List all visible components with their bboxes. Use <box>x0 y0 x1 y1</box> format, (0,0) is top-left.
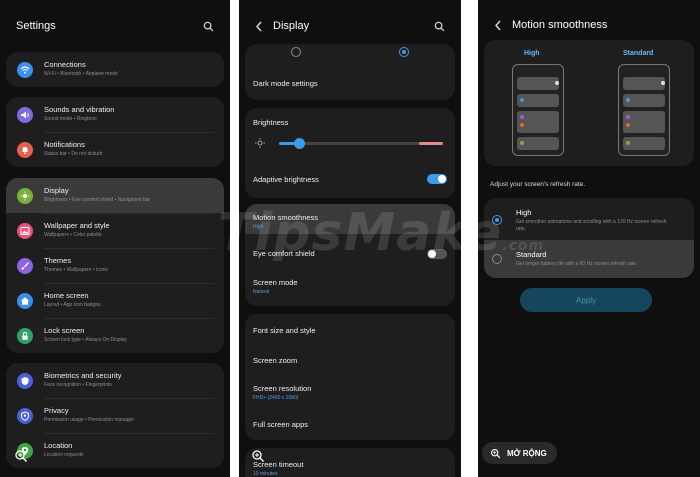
brightness-card: Brightness Adaptive brightness <box>245 108 455 198</box>
settings-item-title: Home screen <box>44 291 89 300</box>
settings-item-location[interactable]: Location Location requests <box>6 433 224 468</box>
settings-item-themes[interactable]: Themes Themes • Wallpapers • Icons <box>6 248 224 283</box>
settings-item-title: Display <box>44 186 69 195</box>
full-screen-apps[interactable]: Full screen apps <box>253 420 308 429</box>
settings-item-sounds-and-vibration[interactable]: Sounds and vibration Sound mode • Rington… <box>6 97 224 132</box>
home-icon <box>17 293 33 309</box>
settings-item-subtitle: Location requests <box>44 452 84 458</box>
wifi-icon <box>17 62 33 78</box>
shield-icon <box>17 373 33 389</box>
volume-icon <box>17 107 33 123</box>
settings-item-subtitle: Layout • App icon badges <box>44 302 101 308</box>
display-more-card: Font size and style Screen zoom Screen r… <box>245 314 455 440</box>
page-title: Display <box>273 20 310 32</box>
refresh-rate-prompt: Adjust your screen's refresh rate. <box>490 181 586 188</box>
phone-preview-standard <box>618 64 670 156</box>
page-title: Settings <box>16 20 56 32</box>
phone-preview-high <box>512 64 564 156</box>
lock-icon <box>17 328 33 344</box>
preview-label-high: High <box>524 50 540 57</box>
back-arrow-icon[interactable] <box>494 20 502 31</box>
settings-group: Display Brightness • Eye comfort shield •… <box>6 178 224 353</box>
theme-card: Dark mode settings <box>245 44 455 100</box>
sun-icon <box>17 188 33 204</box>
zoom-icon[interactable] <box>251 449 265 463</box>
dark-mode-radio[interactable] <box>399 47 409 57</box>
divider <box>44 318 214 319</box>
font-size-style[interactable]: Font size and style <box>253 326 316 335</box>
slider-thumb[interactable] <box>293 138 305 149</box>
zoom-icon <box>491 448 501 458</box>
brightness-low-icon <box>255 138 265 148</box>
light-mode-radio[interactable] <box>291 47 301 57</box>
settings-header: Settings <box>0 0 230 52</box>
screen-mode-label[interactable]: Screen mode <box>253 278 298 287</box>
divider <box>44 433 214 434</box>
brightness-label: Brightness <box>253 118 289 127</box>
settings-item-subtitle: Sound mode • Ringtone <box>44 116 97 122</box>
settings-item-subtitle: Status bar • Do not disturb <box>44 151 103 157</box>
settings-item-title: Sounds and vibration <box>44 105 115 114</box>
settings-group: Connections Wi-Fi • Bluetooth • Airplane … <box>6 52 224 87</box>
watermark-main: TipsMake <box>218 203 503 263</box>
settings-item-biometrics-and-security[interactable]: Biometrics and security Face recognition … <box>6 363 224 398</box>
preview-label-standard: Standard <box>623 50 654 57</box>
divider <box>44 132 214 133</box>
brightness-slider[interactable] <box>279 138 443 149</box>
settings-item-subtitle: Screen lock type • Always On Display <box>44 337 127 343</box>
settings-item-home-screen[interactable]: Home screen Layout • App icon badges <box>6 283 224 318</box>
timeout-card: Screen timeout 10 minutes <box>245 448 455 477</box>
divider <box>44 248 214 249</box>
settings-item-notifications[interactable]: Notifications Status bar • Do not disturb <box>6 132 224 167</box>
settings-item-subtitle: Permission usage • Permission manager <box>44 417 135 423</box>
settings-item-lock-screen[interactable]: Lock screen Screen lock type • Always On … <box>6 318 224 353</box>
settings-group: Biometrics and security Face recognition … <box>6 363 224 468</box>
settings-item-title: Lock screen <box>44 326 85 335</box>
settings-item-subtitle: Face recognition • Fingerprints <box>44 382 112 388</box>
settings-item-connections[interactable]: Connections Wi-Fi • Bluetooth • Airplane … <box>6 52 224 87</box>
settings-item-subtitle: Themes • Wallpapers • Icons <box>44 267 108 273</box>
expand-label: MỞ RỘNG <box>507 448 547 458</box>
settings-item-title: Connections <box>44 60 86 69</box>
settings-item-title: Themes <box>44 256 72 265</box>
settings-item-title: Notifications <box>44 140 85 149</box>
bell-icon <box>17 142 33 158</box>
settings-item-subtitle: Brightness • Eye comfort shield • Naviga… <box>44 197 151 203</box>
dark-mode-settings[interactable]: Dark mode settings <box>253 79 318 88</box>
apply-button[interactable]: Apply <box>520 288 652 312</box>
back-arrow-icon[interactable] <box>255 21 263 32</box>
settings-group: Sounds and vibration Sound mode • Rington… <box>6 97 224 167</box>
screen-zoom[interactable]: Screen zoom <box>253 356 297 365</box>
settings-item-wallpaper-and-style[interactable]: Wallpaper and style Wallpapers • Color pa… <box>6 213 224 248</box>
adaptive-brightness-label: Adaptive brightness <box>253 175 319 184</box>
screen-resolution-value: FHD+ (2400 x 1080) <box>253 395 299 401</box>
screen-mode-value: Natural <box>253 289 270 295</box>
divider <box>44 213 214 214</box>
expand-button[interactable]: MỞ RỘNG <box>482 442 557 464</box>
settings-item-display[interactable]: Display Brightness • Eye comfort shield •… <box>6 178 224 213</box>
preview-card: High Standard <box>484 40 694 166</box>
divider <box>44 398 214 399</box>
settings-item-title: Location <box>44 441 73 450</box>
search-icon[interactable] <box>203 21 214 32</box>
adaptive-brightness-toggle[interactable] <box>427 174 447 184</box>
watermark-suffix: .com <box>502 238 545 254</box>
screen-timeout-value: 10 minutes <box>253 471 278 477</box>
settings-item-title: Biometrics and security <box>44 371 122 380</box>
settings-item-subtitle: Wallpapers • Color palette <box>44 232 102 238</box>
screen-resolution-label[interactable]: Screen resolution <box>253 384 311 393</box>
page-title: Motion smoothness <box>512 19 608 31</box>
settings-item-subtitle: Wi-Fi • Bluetooth • Airplane mode <box>44 71 118 77</box>
settings-panel: Settings Connections Wi-Fi • Bluetooth • … <box>0 0 230 477</box>
privacy-icon <box>17 408 33 424</box>
image-icon <box>17 223 33 239</box>
watermark: TipsMake.com <box>218 203 544 263</box>
settings-item-title: Wallpaper and style <box>44 221 110 230</box>
divider <box>44 283 214 284</box>
zoom-icon[interactable] <box>14 449 28 463</box>
settings-item-privacy[interactable]: Privacy Permission usage • Permission man… <box>6 398 224 433</box>
brush-icon <box>17 258 33 274</box>
search-icon[interactable] <box>434 21 445 32</box>
settings-item-title: Privacy <box>44 406 69 415</box>
